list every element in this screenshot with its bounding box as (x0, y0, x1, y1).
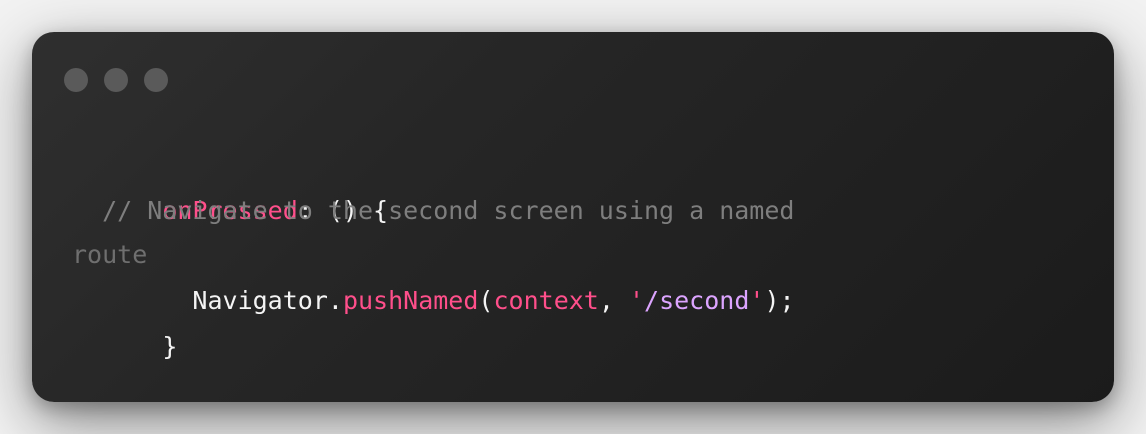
window-controls (64, 68, 168, 92)
quote-close: ' (749, 286, 765, 315)
quote-open: ' (628, 286, 645, 315)
closing-brace: } (162, 332, 178, 361)
minimize-dot-icon[interactable] (104, 68, 128, 92)
code-line-4: } (72, 278, 177, 361)
route-string: /second (644, 286, 750, 315)
member-dot: . (327, 286, 343, 315)
code-window: onPressed: () { // Navigate to the secon… (32, 32, 1114, 402)
push-named-method: pushNamed (342, 286, 479, 315)
context-arg: context (493, 286, 599, 315)
code-line-2-comment: // Navigate to the second screen using a… (72, 196, 795, 225)
close-dot-icon[interactable] (64, 68, 88, 92)
arg-comma: , (598, 286, 629, 315)
close-paren-semicolon: ); (764, 286, 795, 315)
code-line-1: onPressed: () { (72, 142, 388, 225)
open-paren: ( (478, 286, 494, 315)
code-line-3: Navigator.pushNamed(context, '/second'); (72, 232, 794, 315)
navigator-object: Navigator (192, 286, 328, 315)
maximize-dot-icon[interactable] (144, 68, 168, 92)
code-block: onPressed: () { // Navigate to the secon… (72, 142, 795, 402)
